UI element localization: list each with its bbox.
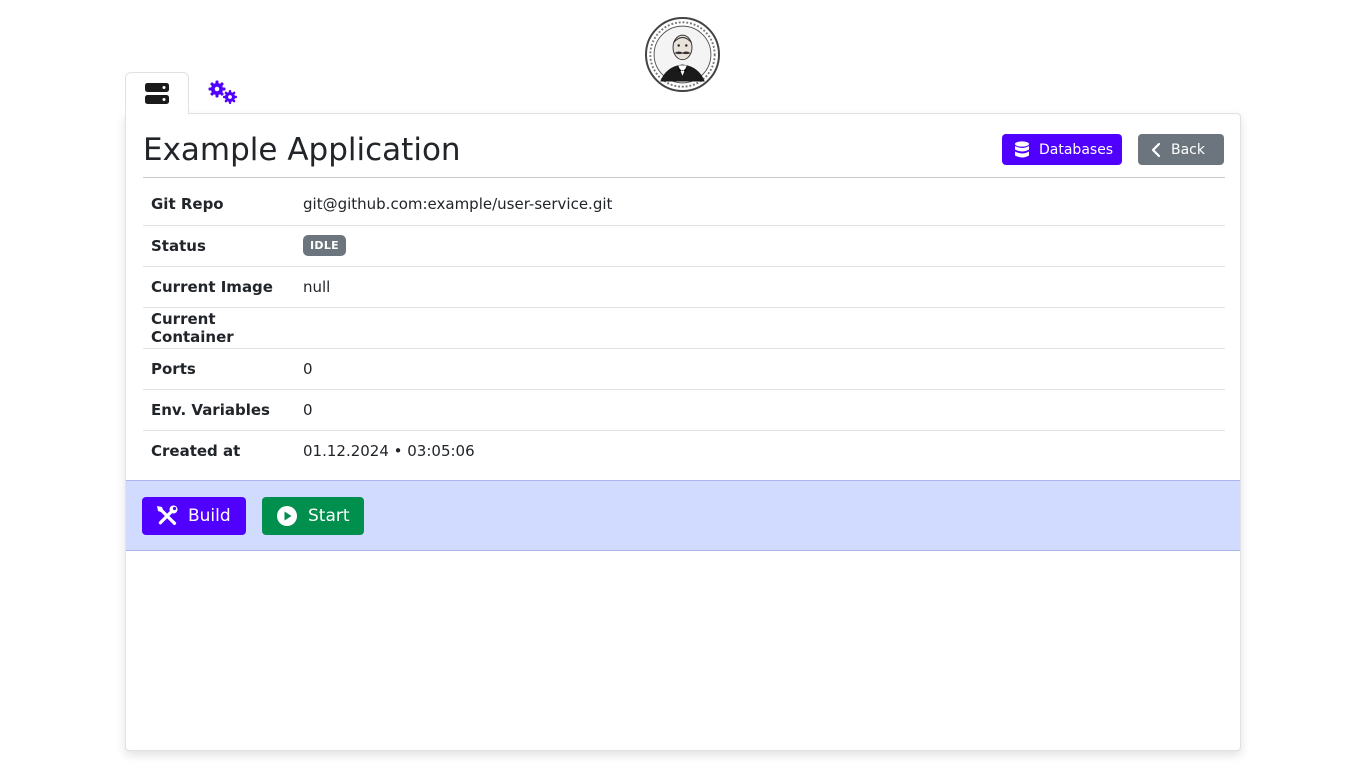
server-icon — [145, 82, 169, 104]
application-card: Example Application Databases Back Git R… — [125, 113, 1241, 751]
start-button-label: Start — [308, 506, 350, 526]
table-row: Current Container — [143, 307, 1225, 349]
current-image-value: null — [295, 266, 1225, 308]
chevron-left-icon — [1151, 142, 1161, 157]
tab-servers[interactable] — [125, 72, 189, 115]
status-label: Status — [143, 225, 295, 267]
table-row: Env. Variables 0 — [143, 389, 1225, 431]
git-repo-label: Git Repo — [143, 184, 295, 226]
table-row: Created at 01.12.2024 • 03:05:06 — [143, 430, 1225, 471]
created-at-value: 01.12.2024 • 03:05:06 — [303, 441, 475, 460]
build-button[interactable]: Build — [142, 497, 246, 535]
databases-button-label: Databases — [1039, 141, 1114, 158]
ports-value: 0 — [295, 348, 1225, 390]
table-row: Git Repo git@github.com:example/user-ser… — [143, 184, 1225, 226]
play-circle-icon — [277, 506, 297, 526]
application-info-table: Git Repo git@github.com:example/user-ser… — [143, 184, 1225, 471]
back-button[interactable]: Back — [1138, 134, 1224, 165]
ports-label: Ports — [143, 348, 295, 390]
table-row: Status IDLE — [143, 225, 1225, 267]
current-image-label: Current Image — [143, 266, 295, 308]
tab-settings[interactable] — [201, 72, 245, 114]
created-at-label: Created at — [151, 441, 241, 460]
build-button-label: Build — [188, 506, 231, 526]
database-icon — [1015, 140, 1029, 157]
back-button-label: Back — [1171, 141, 1205, 158]
card-header: Example Application Databases Back — [143, 129, 1225, 178]
env-variables-value: 0 — [295, 389, 1225, 431]
git-repo-value: git@github.com:example/user-service.git — [295, 184, 1225, 226]
gears-icon — [208, 80, 237, 104]
action-bar: Build Start — [126, 480, 1240, 551]
current-container-value — [295, 307, 1225, 349]
databases-button[interactable]: Databases — [1002, 134, 1122, 165]
page-title: Example Application — [143, 132, 461, 168]
tools-icon — [157, 505, 178, 526]
gentleman-portrait-logo-icon — [649, 21, 716, 88]
env-variables-label: Env. Variables — [143, 389, 295, 431]
table-row: Current Image null — [143, 266, 1225, 308]
table-row: Ports 0 — [143, 348, 1225, 390]
status-badge: IDLE — [303, 235, 346, 256]
current-container-label: Current Container — [143, 307, 295, 349]
start-button[interactable]: Start — [262, 497, 364, 535]
logo — [645, 17, 720, 92]
